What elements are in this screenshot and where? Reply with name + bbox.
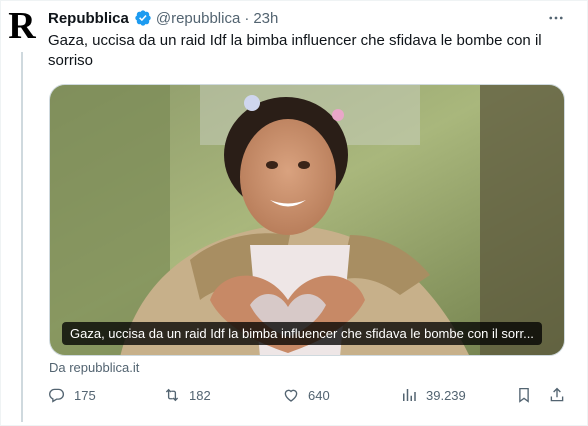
- thread-line: [21, 52, 23, 422]
- views-icon: [403, 389, 416, 401]
- like-button[interactable]: 640: [282, 386, 330, 404]
- author-name[interactable]: Repubblica: [48, 10, 129, 27]
- media-photo: [50, 85, 564, 355]
- repost-icon: [165, 388, 179, 402]
- repost-count: 182: [189, 387, 211, 403]
- tweet-header: Repubblica @repubblica · 23h: [48, 9, 544, 27]
- verified-badge-icon: [134, 9, 152, 27]
- tweet-time[interactable]: 23h: [253, 10, 278, 27]
- tweet-media[interactable]: Gaza, uccisa da un raid Idf la bimba inf…: [49, 84, 565, 356]
- link-source[interactable]: Da repubblica.it: [49, 360, 139, 375]
- views-button[interactable]: 39.239: [400, 386, 466, 404]
- tweet-text: Gaza, uccisa da un raid Idf la bimba inf…: [48, 32, 542, 69]
- reply-count: 175: [74, 387, 96, 403]
- bookmark-icon: [519, 387, 529, 403]
- views-count: 39.239: [426, 387, 466, 403]
- bookmark-button[interactable]: [515, 386, 533, 404]
- author-handle[interactable]: @repubblica: [156, 10, 240, 27]
- separator-dot: ·: [244, 9, 250, 27]
- like-count: 640: [308, 387, 330, 403]
- reply-icon: [49, 388, 64, 403]
- share-button[interactable]: [548, 386, 566, 404]
- action-bar: 175 182 640 39.239: [48, 386, 568, 410]
- share-icon: [550, 387, 564, 402]
- more-icon[interactable]: [546, 8, 566, 28]
- avatar[interactable]: R: [4, 5, 40, 47]
- reply-button[interactable]: 175: [48, 386, 96, 404]
- media-caption: Gaza, uccisa da un raid Idf la bimba inf…: [62, 322, 542, 345]
- avatar-letter: R: [8, 5, 36, 47]
- like-icon: [284, 389, 298, 402]
- repost-button[interactable]: 182: [163, 386, 211, 404]
